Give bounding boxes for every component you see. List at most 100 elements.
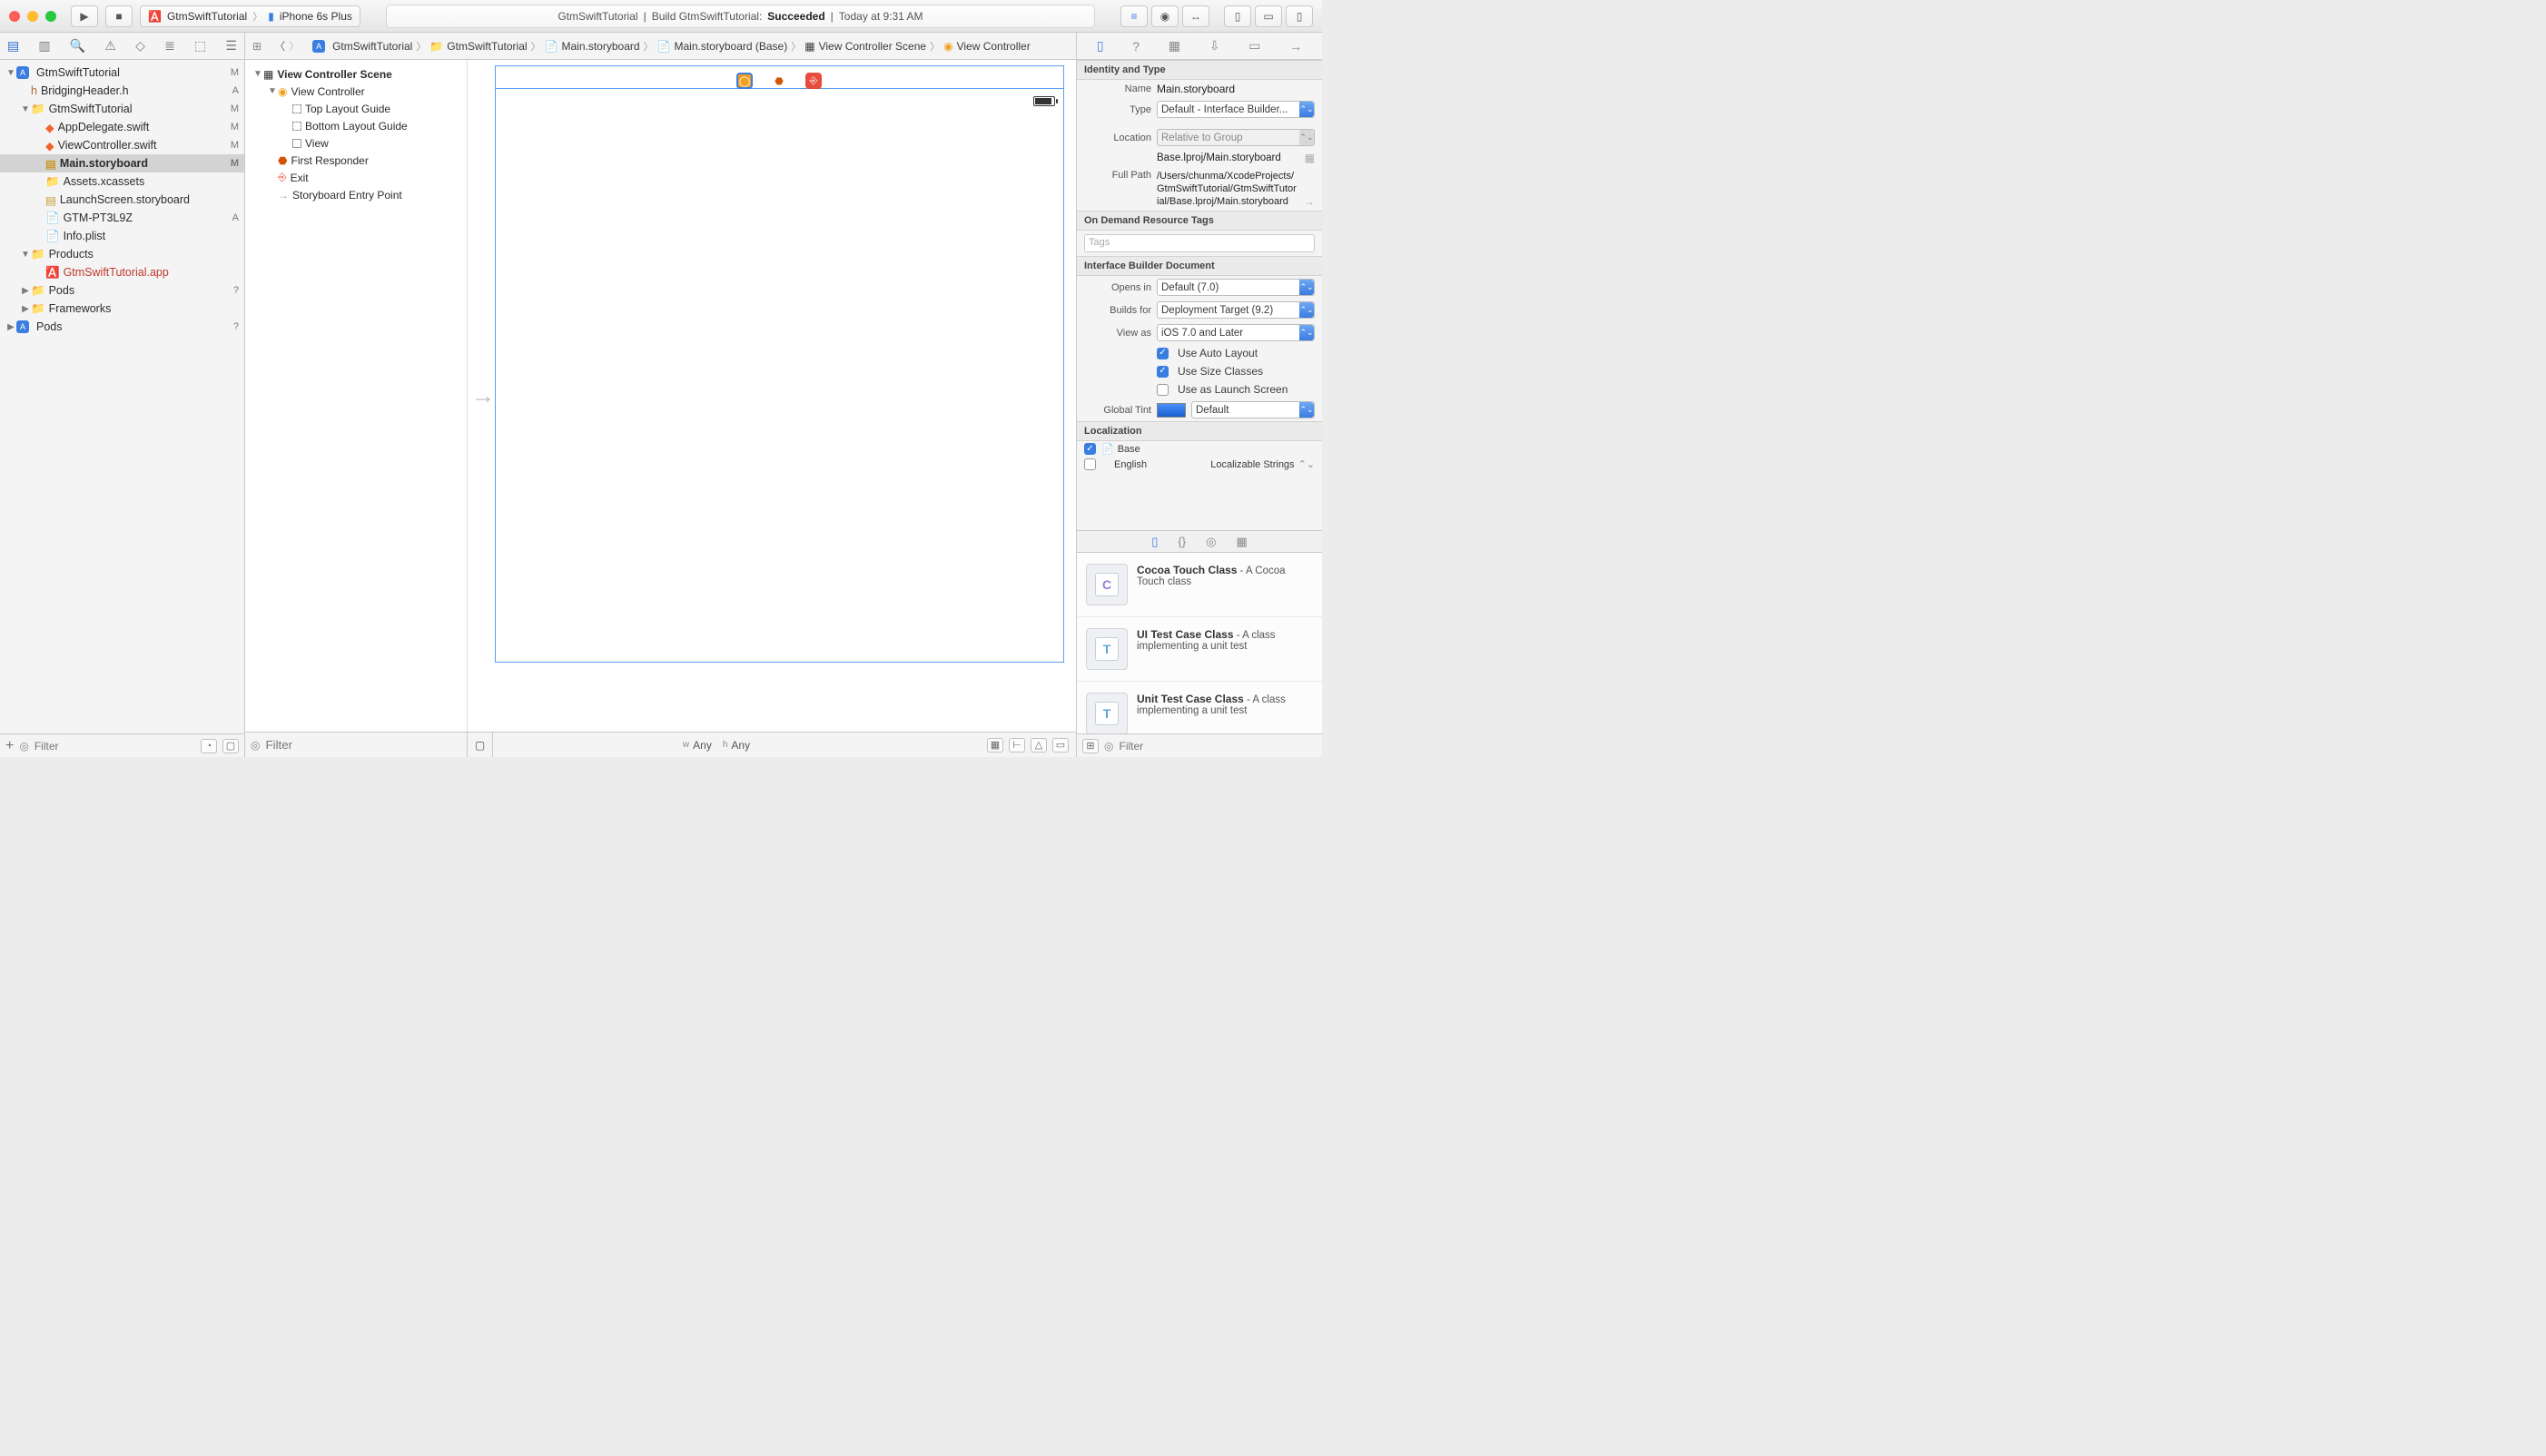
loc-english-checkbox[interactable] bbox=[1084, 458, 1096, 470]
toggle-outline-icon[interactable]: ▢ bbox=[475, 739, 485, 752]
nav-back-icon[interactable]: 〈 bbox=[274, 38, 285, 54]
outline-filter-input[interactable] bbox=[265, 738, 461, 752]
canvas[interactable]: ◯ ⬣ ⎆ → bbox=[468, 60, 1076, 732]
loc-base-checkbox[interactable] bbox=[1084, 443, 1096, 455]
issue-nav-icon[interactable]: ⚠ bbox=[104, 38, 116, 54]
find-nav-icon[interactable]: 🔍 bbox=[70, 38, 85, 54]
outline-row[interactable]: ⎆Exit bbox=[249, 169, 463, 186]
crumb-storyboard[interactable]: 📄Main.storyboard bbox=[545, 40, 640, 53]
toggle-navigator-button[interactable]: ▯ bbox=[1224, 5, 1251, 27]
object-lib-icon[interactable]: ◎ bbox=[1206, 535, 1216, 549]
debug-nav-icon[interactable]: ≣ bbox=[164, 38, 175, 54]
pin-icon[interactable]: ⊢ bbox=[1009, 738, 1025, 753]
reveal-icon[interactable]: → bbox=[1304, 195, 1315, 208]
nav-forward-icon[interactable]: 〉 bbox=[289, 38, 300, 54]
size-class-control[interactable]: w Any h Any bbox=[493, 739, 940, 752]
add-icon[interactable]: + bbox=[5, 738, 14, 754]
nav-row[interactable]: 📁Assets.xcassets bbox=[0, 172, 244, 191]
filter-scope-icon[interactable]: ◎ bbox=[19, 740, 28, 753]
size-classes-checkbox[interactable] bbox=[1157, 366, 1169, 378]
connections-inspector-icon[interactable]: → bbox=[1289, 39, 1302, 54]
view-controller-canvas[interactable] bbox=[495, 65, 1064, 663]
file-inspector-icon[interactable]: ▯ bbox=[1097, 38, 1104, 54]
attributes-inspector-icon[interactable]: ⇩ bbox=[1209, 38, 1220, 54]
nav-row[interactable]: ▤LaunchScreen.storyboard bbox=[0, 191, 244, 209]
name-value[interactable]: Main.storyboard bbox=[1157, 83, 1315, 95]
first-responder-icon[interactable]: ⬣ bbox=[771, 73, 787, 89]
recent-filter-icon[interactable]: ◔ bbox=[201, 739, 217, 753]
toggle-debug-button[interactable]: ▭ bbox=[1255, 5, 1282, 27]
type-select[interactable]: Default - Interface Builder...⌃⌄ bbox=[1157, 101, 1315, 118]
standard-editor-button[interactable]: ≡ bbox=[1120, 5, 1148, 27]
nav-row[interactable]: ▶📁Frameworks bbox=[0, 300, 244, 318]
toggle-utilities-button[interactable]: ▯ bbox=[1286, 5, 1313, 27]
scm-filter-icon[interactable]: ▢ bbox=[222, 739, 239, 753]
entry-point-arrow-icon[interactable]: → bbox=[471, 382, 495, 410]
project-navigator-tree[interactable]: ▼AGtmSwiftTutorialMhBridgingHeader.hA▼📁G… bbox=[0, 60, 244, 733]
location-select[interactable]: Relative to Group⌃⌄ bbox=[1157, 129, 1315, 146]
nav-row[interactable]: ▤Main.storyboardM bbox=[0, 154, 244, 172]
exit-icon[interactable]: ⎆ bbox=[805, 73, 822, 89]
breakpoint-nav-icon[interactable]: ⬚ bbox=[194, 38, 206, 54]
outline-row[interactable]: ⬣First Responder bbox=[249, 152, 463, 169]
crumb-project[interactable]: AGtmSwiftTutorial bbox=[312, 40, 412, 53]
code-snippet-lib-icon[interactable]: {} bbox=[1178, 535, 1186, 548]
report-nav-icon[interactable]: ☰ bbox=[225, 38, 237, 54]
version-editor-button[interactable]: ↔ bbox=[1182, 5, 1209, 27]
align-icon[interactable]: ▦ bbox=[987, 738, 1003, 753]
crumb-folder[interactable]: 📁GtmSwiftTutorial bbox=[429, 40, 527, 53]
symbol-nav-icon[interactable]: ▥ bbox=[38, 38, 50, 54]
launch-screen-checkbox[interactable] bbox=[1157, 384, 1169, 396]
nav-row[interactable]: 📄GTM-PT3L9ZA bbox=[0, 209, 244, 227]
nav-row[interactable]: ◆AppDelegate.swiftM bbox=[0, 118, 244, 136]
loc-english-type[interactable]: Localizable Strings bbox=[1210, 459, 1294, 470]
file-template-lib-icon[interactable]: ▯ bbox=[1151, 535, 1158, 549]
close-window-button[interactable] bbox=[9, 11, 20, 22]
crumb-base[interactable]: 📄Main.storyboard (Base) bbox=[657, 40, 788, 53]
stop-button[interactable]: ■ bbox=[105, 5, 133, 27]
builds-select[interactable]: Deployment Target (9.2)⌃⌄ bbox=[1157, 301, 1315, 319]
nav-row[interactable]: ◆ViewController.swiftM bbox=[0, 136, 244, 154]
navigator-filter-input[interactable] bbox=[35, 740, 195, 753]
viewas-select[interactable]: iOS 7.0 and Later⌃⌄ bbox=[1157, 324, 1315, 341]
crumb-scene[interactable]: ▦View Controller Scene bbox=[804, 40, 926, 53]
size-inspector-icon[interactable]: ▭ bbox=[1248, 38, 1260, 54]
outline-row[interactable]: View bbox=[249, 134, 463, 152]
test-nav-icon[interactable]: ◇ bbox=[135, 38, 145, 54]
tint-select[interactable]: Default⌃⌄ bbox=[1191, 401, 1315, 418]
media-lib-icon[interactable]: ▦ bbox=[1236, 535, 1247, 549]
nav-row[interactable]: ▶APods? bbox=[0, 318, 244, 336]
outline-row[interactable]: Bottom Layout Guide bbox=[249, 117, 463, 134]
nav-row[interactable]: ▶📁Pods? bbox=[0, 281, 244, 300]
assistant-editor-button[interactable]: ◉ bbox=[1151, 5, 1179, 27]
nav-row[interactable]: 🅰️GtmSwiftTutorial.app bbox=[0, 263, 244, 281]
nav-row[interactable]: hBridgingHeader.hA bbox=[0, 82, 244, 100]
help-inspector-icon[interactable]: ? bbox=[1132, 39, 1140, 54]
library-list[interactable]: CCocoa Touch Class - A Cocoa Touch class… bbox=[1077, 552, 1322, 733]
library-filter-icon[interactable]: ◎ bbox=[1104, 740, 1113, 753]
outline-row[interactable]: ▼◉View Controller bbox=[249, 83, 463, 100]
project-nav-icon[interactable]: ▤ bbox=[7, 38, 19, 54]
zoom-window-button[interactable] bbox=[45, 11, 56, 22]
run-button[interactable]: ▶ bbox=[71, 5, 98, 27]
library-item[interactable]: TUI Test Case Class - A class implementi… bbox=[1077, 617, 1322, 682]
outline-filter-icon[interactable]: ◎ bbox=[251, 739, 260, 752]
library-view-icon[interactable]: ⊞ bbox=[1082, 739, 1099, 753]
outline-row[interactable]: Top Layout Guide bbox=[249, 100, 463, 117]
tint-color-swatch[interactable] bbox=[1157, 403, 1186, 418]
outline-row[interactable]: ▼▦View Controller Scene bbox=[249, 65, 463, 83]
choose-path-icon[interactable]: ▦ bbox=[1305, 152, 1315, 164]
library-filter-input[interactable] bbox=[1119, 740, 1317, 753]
library-item[interactable]: CCocoa Touch Class - A Cocoa Touch class bbox=[1077, 553, 1322, 617]
library-item[interactable]: TUnit Test Case Class - A class implemen… bbox=[1077, 682, 1322, 733]
resolve-issues-icon[interactable]: △ bbox=[1031, 738, 1047, 753]
scheme-selector[interactable]: 🅰️ GtmSwiftTutorial 〉 ▮ iPhone 6s Plus bbox=[140, 5, 360, 27]
document-outline[interactable]: ▼▦View Controller Scene▼◉View Controller… bbox=[245, 60, 468, 732]
nav-row[interactable]: ▼AGtmSwiftTutorialM bbox=[0, 64, 244, 82]
vc-icon[interactable]: ◯ bbox=[736, 73, 753, 89]
outline-row[interactable]: →Storyboard Entry Point bbox=[249, 186, 463, 203]
minimize-window-button[interactable] bbox=[27, 11, 38, 22]
related-items-icon[interactable]: ⊞ bbox=[252, 40, 262, 53]
resize-icon[interactable]: ▭ bbox=[1052, 738, 1069, 753]
opens-select[interactable]: Default (7.0)⌃⌄ bbox=[1157, 279, 1315, 296]
